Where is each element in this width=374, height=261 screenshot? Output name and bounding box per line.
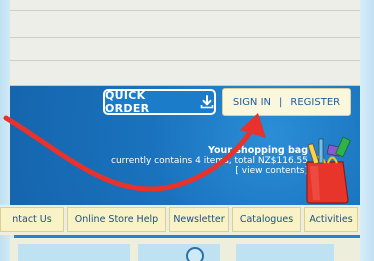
nav-contact-us-label: ntact Us: [12, 214, 52, 225]
nav-contact-us[interactable]: ntact Us: [0, 207, 64, 232]
register-link[interactable]: REGISTER: [290, 97, 340, 108]
nav-activities[interactable]: Activities: [304, 207, 358, 232]
nav-catalogues-label: Catalogues: [239, 214, 294, 225]
quick-order-button[interactable]: QUICK ORDER: [103, 89, 216, 115]
nav-online-store-help-label: Online Store Help: [74, 214, 159, 225]
nav-activities-label: Activities: [309, 214, 353, 225]
link-separator: |: [279, 96, 283, 108]
content-box: [18, 244, 130, 261]
sign-in-link[interactable]: SIGN IN: [233, 97, 271, 108]
content-box: [236, 244, 334, 261]
quick-order-label: QUICK ORDER: [105, 89, 150, 115]
top-panel: [10, 0, 360, 86]
content-box: [138, 244, 220, 261]
search-circle-icon: [186, 247, 204, 261]
download-arrow-icon: [200, 95, 214, 109]
account-links: SIGN IN | REGISTER: [222, 88, 351, 116]
shopping-bag-contents: currently contains 4 items, total NZ$116…: [111, 156, 308, 166]
nav-catalogues[interactable]: Catalogues: [232, 207, 301, 232]
shopping-bag-summary: Your shopping bag currently contains 4 i…: [111, 145, 308, 177]
view-contents-link[interactable]: [ view contents]: [111, 166, 308, 176]
nav-online-store-help[interactable]: Online Store Help: [67, 207, 166, 232]
nav-newsletter[interactable]: Newsletter: [169, 207, 229, 232]
nav-newsletter-label: Newsletter: [173, 214, 225, 225]
shopping-bag-title: Your shopping bag: [208, 145, 308, 156]
shopping-bag-icon[interactable]: [298, 136, 354, 204]
